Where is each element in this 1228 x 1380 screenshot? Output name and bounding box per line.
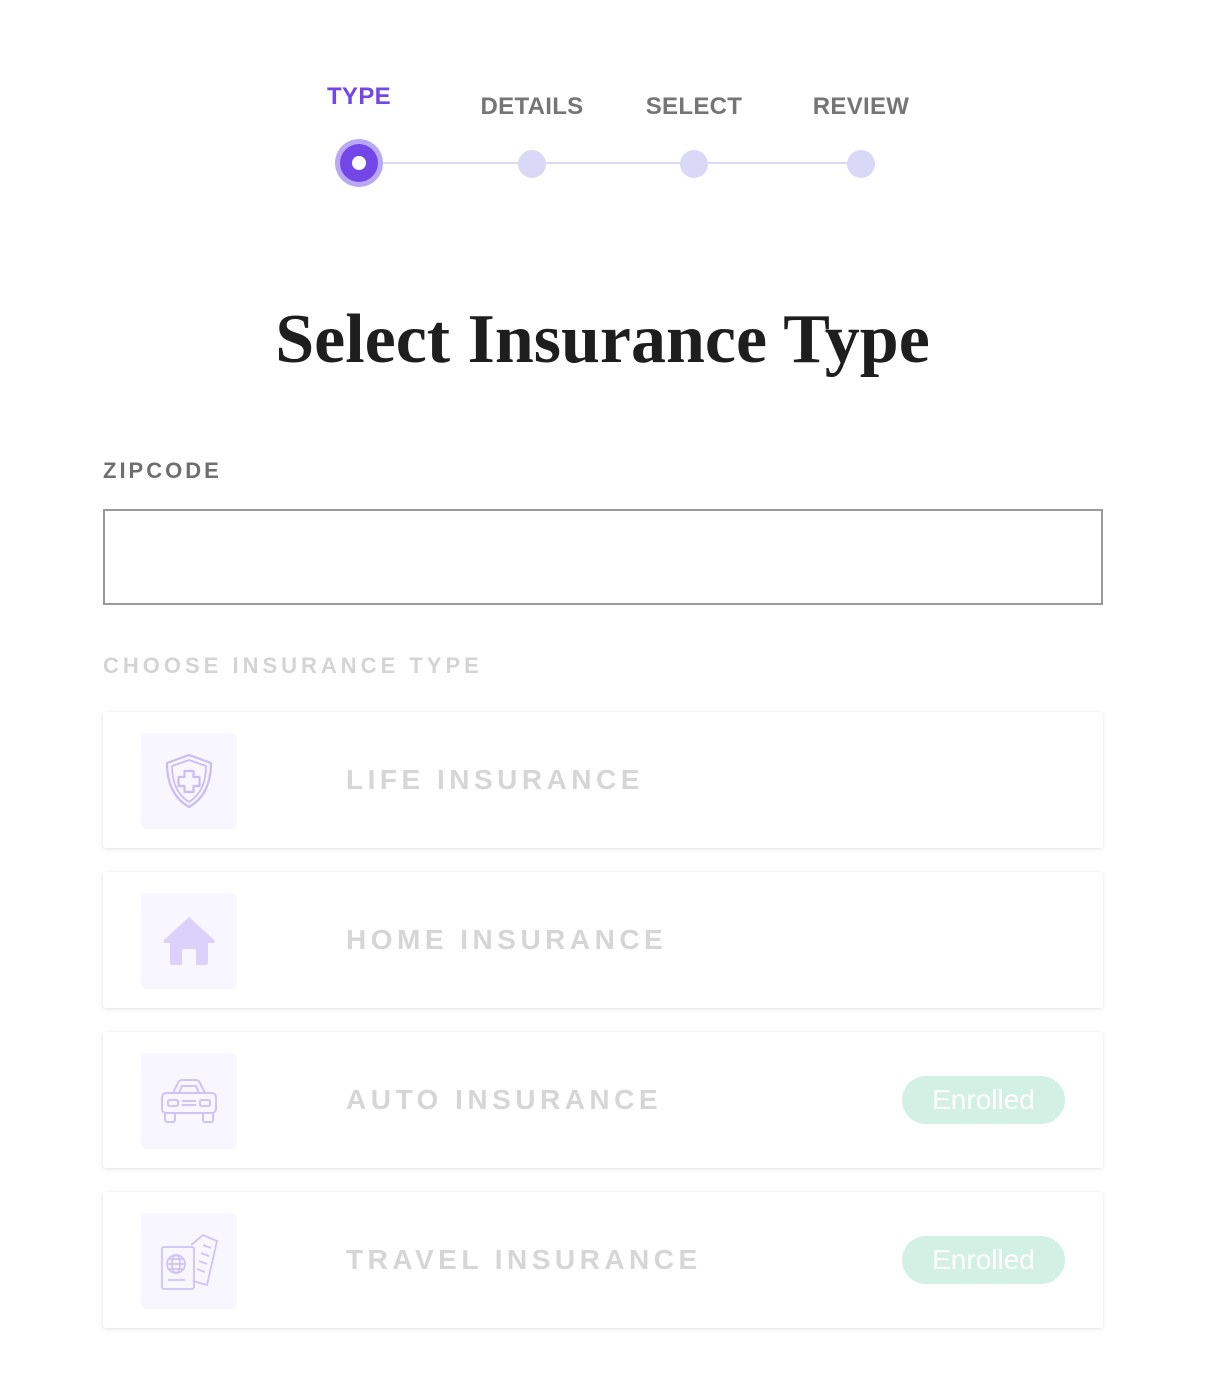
- option-travel-insurance[interactable]: TRAVEL INSURANCE Enrolled: [103, 1192, 1103, 1328]
- option-label: HOME INSURANCE: [346, 924, 668, 955]
- step-label-select[interactable]: SELECT: [614, 93, 774, 121]
- option-auto-insurance[interactable]: AUTO INSURANCE Enrolled: [103, 1032, 1103, 1168]
- car-icon: [161, 1079, 217, 1123]
- step-label-review[interactable]: REVIEW: [781, 93, 941, 121]
- option-label: LIFE INSURANCE: [346, 764, 644, 795]
- option-icon-box: [141, 733, 237, 829]
- zipcode-input[interactable]: [103, 509, 1103, 605]
- enrolled-badge: Enrolled: [902, 1236, 1065, 1284]
- option-home-insurance[interactable]: HOME INSURANCE: [103, 872, 1103, 1008]
- step-label-details[interactable]: DETAILS: [452, 93, 612, 121]
- passport-icon: [161, 1233, 219, 1290]
- step-dot-details[interactable]: [518, 150, 546, 178]
- step-dot-type[interactable]: [335, 139, 383, 187]
- home-icon: [163, 917, 215, 965]
- step-dot-review[interactable]: [847, 150, 875, 178]
- option-icon-box: [141, 1053, 237, 1149]
- shield-plus-icon: [165, 753, 213, 809]
- option-life-insurance[interactable]: LIFE INSURANCE: [103, 712, 1103, 848]
- option-label: TRAVEL INSURANCE: [346, 1244, 702, 1275]
- step-dot-select[interactable]: [680, 150, 708, 178]
- enrolled-badge: Enrolled: [902, 1076, 1065, 1124]
- insurance-type-page: TYPE DETAILS SELECT REVIEW Select Insura…: [0, 0, 1228, 1380]
- stepper-line: [360, 162, 860, 164]
- step-label-type[interactable]: TYPE: [279, 83, 439, 111]
- zipcode-label: ZIPCODE: [103, 458, 222, 483]
- option-label: AUTO INSURANCE: [346, 1084, 663, 1115]
- choose-insurance-type-label: CHOOSE INSURANCE TYPE: [103, 653, 483, 678]
- option-icon-box: [141, 893, 237, 989]
- page-title: Select Insurance Type: [275, 301, 930, 378]
- option-icon-box: [141, 1213, 237, 1309]
- progress-stepper: TYPE DETAILS SELECT REVIEW: [0, 0, 1228, 200]
